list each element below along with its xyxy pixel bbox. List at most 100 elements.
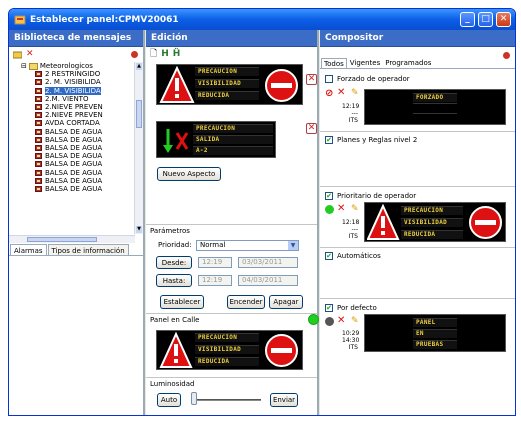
priority-operator-label: Prioritario de operador [337,192,417,200]
aspect2-line2: SALIDA [193,135,273,144]
list-item[interactable]: 2. M. VISIBILIDA [9,78,145,86]
forced-checkbox[interactable] [325,75,333,83]
auto-brightness-button[interactable]: Auto [157,393,181,407]
from-button[interactable]: Desde: [156,256,192,269]
list-item[interactable]: 2.NIEVE PREVEN [9,103,145,111]
list-item[interactable]: BALSA DE AGUA [9,177,145,185]
send-button[interactable]: Enviar [270,393,298,407]
composer-tabs: Todos Vigentes Programados [320,58,515,69]
plans-checkbox[interactable]: ✔ [325,136,333,144]
hscroll-thumb[interactable] [27,237,97,242]
brightness-slider-thumb[interactable] [191,392,197,405]
warning-triangle-icon [159,66,195,103]
tab-current[interactable]: Vigentes [348,58,382,68]
new-aspect-button[interactable]: Nuevo Aspecto [157,167,221,181]
list-item[interactable]: BALSA DE AGUA [9,152,145,160]
brightness-slider-track[interactable] [193,399,261,401]
list-item[interactable]: 2.M. VIENTO [9,95,145,103]
edit-icon[interactable]: ✎ [351,316,359,326]
list-item[interactable]: BALSA DE AGUA [9,168,145,177]
new-document-icon[interactable]: 🗋 [150,46,157,62]
tab-alarms[interactable]: Alarmas [10,244,47,255]
stop-icon[interactable]: ⊘ [325,88,333,99]
automatic-checkbox[interactable]: ✔ [325,252,333,260]
scroll-down-arrow[interactable]: ▼ [136,226,142,233]
list-item[interactable]: 2 RESTRINGIDO [9,70,145,78]
message-icon [35,120,42,127]
close-window-button[interactable]: ✕ [496,12,511,27]
message-icon [35,71,42,78]
edit-icon[interactable]: ✎ [351,88,359,98]
street-panel-display: PRECAUCION VISIBILIDAD REDUCIDA [156,330,303,370]
delete-icon[interactable]: ✕ [337,87,345,98]
delete-icon[interactable]: ✕ [337,315,345,326]
minimize-button[interactable]: _ [460,12,475,27]
library-pane: Biblioteca de mensajes ✕ ⊟ Meteorologicos… [9,30,145,415]
priority-its: ITS [348,233,358,240]
to-button[interactable]: Hasta: [156,274,192,287]
delete-icon[interactable]: ✕ [337,203,345,214]
tree-item-label: BALSA DE AGUA [45,135,103,144]
tab-all[interactable]: Todos [321,58,347,68]
default-line2: EN [413,329,457,338]
from-date-field[interactable]: 03/03/2011 [238,257,298,268]
default-time-start: 10:29 [342,330,360,337]
forced-panel-display: FORZADO [364,89,506,125]
aspect2-panel[interactable]: PRECAUCION SALIDA A-2 [156,121,276,158]
save-as-icon[interactable]: Ḧ [173,49,181,59]
to-date-field[interactable]: 04/03/2011 [238,275,298,286]
list-item[interactable]: BALSA DE AGUA [9,136,145,144]
edition-pane: Edición 🗋 H Ḧ PRECAUCION VISIBILIDAD RED… [146,30,319,415]
scroll-up-arrow[interactable]: ▲ [136,63,142,70]
save-icon[interactable]: H [161,49,169,59]
tab-info-types[interactable]: Tipos de información [47,244,129,255]
scroll-thumb[interactable] [136,100,142,128]
aspect1-panel[interactable]: PRECAUCION VISIBILIDAD REDUCIDA [156,64,303,105]
list-item[interactable]: BALSA DE AGUA [9,144,145,152]
open-folder-icon[interactable] [13,50,22,59]
refresh-icon[interactable] [130,50,139,59]
tree-horizontal-scrollbar[interactable] [9,235,135,243]
tree-folder[interactable]: ⊟ Meteorologicos [9,62,145,70]
priority-line2: VISIBILIDAD [401,218,463,227]
priority-checkbox[interactable]: ✔ [325,192,333,200]
tree-item-label: 2. M. VISIBILIDA [45,86,101,95]
tab-scheduled[interactable]: Programados [383,58,433,68]
set-button[interactable]: Establecer [160,295,204,309]
turn-off-button[interactable]: Apagar [269,295,303,309]
folder-icon [28,62,38,70]
list-item[interactable]: BALSA DE AGUA [9,185,145,193]
list-item[interactable]: 2.NIEVE PREVEN [9,111,145,119]
tree-item-label: BALSA DE AGUA [45,168,103,177]
inactive-status-dot [325,317,334,326]
remove-aspect2-button[interactable]: ✕ [306,123,317,134]
list-item[interactable]: BALSA DE AGUA [9,128,145,136]
tree-vertical-scrollbar[interactable]: ▲ ▼ [134,62,143,234]
collapse-icon[interactable]: ⊟ [21,62,27,70]
delete-icon[interactable]: ✕ [26,49,34,59]
maximize-button[interactable]: □ [478,12,493,27]
aspect1-line1: PRECAUCION [195,67,259,76]
message-icon [35,112,42,119]
turn-on-button[interactable]: Encender [227,295,265,309]
library-tabs: Alarmas Tipos de información [9,244,145,256]
priority-value: Normal [200,241,226,249]
tree-item-label: BALSA DE AGUA [45,184,103,193]
from-time-field[interactable]: 12:19 [198,257,232,268]
list-item[interactable]: 2. M. VISIBILIDA [9,86,145,95]
panel-status-indicator [308,314,319,325]
default-line3: PRUEBAS [413,340,457,349]
priority-select[interactable]: Normal ▼ [196,240,299,251]
tree-item-label: BALSA DE AGUA [45,176,103,185]
app-icon [14,15,26,24]
composer-pane: Compositor Todos Vigentes Programados Fo… [320,30,515,415]
window-title: Establecer panel:CPMV20061 [30,14,179,25]
default-checkbox[interactable]: ✔ [325,304,333,312]
edit-icon[interactable]: ✎ [351,204,359,214]
remove-aspect1-button[interactable]: ✕ [306,74,317,85]
message-icon [35,104,42,111]
forced-label: Forzado de operador [337,75,410,83]
to-time-field[interactable]: 12:19 [198,275,232,286]
list-item[interactable]: BALSA DE AGUA [9,160,145,168]
list-item[interactable]: AVDA CORTADA [9,119,145,127]
